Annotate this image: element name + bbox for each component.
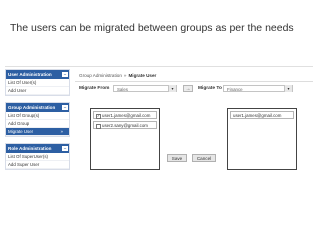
sidebar-item-label: List Of Group(s) bbox=[8, 113, 40, 118]
sidebar-item-label: Migrate User bbox=[8, 129, 34, 134]
user-email: user1.james@gmail.com bbox=[233, 113, 282, 118]
panel-title: Role Administration bbox=[8, 146, 52, 151]
sidebar-item-label: List Of User(s) bbox=[8, 80, 37, 85]
collapse-icon[interactable]: – bbox=[62, 145, 68, 151]
checkbox[interactable] bbox=[96, 124, 101, 129]
app-window: User Administration – List Of User(s) Ad… bbox=[5, 66, 313, 193]
panel-header-group-administration[interactable]: Group Administration – bbox=[6, 103, 69, 112]
panel-group-administration: Group Administration – List Of Group(s) … bbox=[5, 102, 70, 137]
list-item[interactable]: ✓ user1.james@gmail.com bbox=[93, 111, 157, 119]
user-email: user2.sany@gmail.com bbox=[102, 123, 148, 128]
panel-title: User Administration bbox=[8, 72, 52, 77]
divider bbox=[75, 81, 313, 82]
chevron-right-icon: » bbox=[60, 129, 63, 134]
sidebar-item-list-groups[interactable]: List Of Group(s) bbox=[6, 112, 69, 120]
sidebar-item-label: Add Super User bbox=[8, 162, 40, 167]
move-arrow-icon[interactable]: → bbox=[183, 85, 193, 92]
breadcrumb: Group Administration» Migrate User bbox=[79, 73, 156, 78]
migrate-from-select[interactable]: Sales ▾ bbox=[113, 85, 177, 92]
cancel-button[interactable]: Cancel bbox=[192, 154, 216, 162]
user-email: user1.james@gmail.com bbox=[102, 113, 151, 118]
collapse-icon[interactable]: – bbox=[62, 71, 68, 77]
sidebar: User Administration – List Of User(s) Ad… bbox=[5, 69, 70, 176]
slide-title: The users can be migrated between groups… bbox=[10, 22, 294, 34]
sidebar-item-add-user[interactable]: Add User bbox=[6, 87, 69, 95]
sidebar-item-add-group[interactable]: Add Group bbox=[6, 120, 69, 128]
sidebar-item-list-users[interactable]: List Of User(s) bbox=[6, 79, 69, 87]
migrate-from-label: Migrate From bbox=[79, 86, 110, 91]
migrate-from-value: Sales bbox=[117, 87, 128, 92]
sidebar-item-label: List Of SuperUser(s) bbox=[8, 154, 49, 159]
sidebar-item-list-superusers[interactable]: List Of SuperUser(s) bbox=[6, 153, 69, 161]
breadcrumb-current: Migrate User bbox=[128, 73, 157, 78]
sidebar-item-migrate-user[interactable]: Migrate User » bbox=[6, 128, 69, 136]
checkbox-checked[interactable]: ✓ bbox=[96, 114, 101, 119]
list-item[interactable]: user2.sany@gmail.com bbox=[93, 121, 157, 129]
collapse-icon[interactable]: – bbox=[62, 104, 68, 110]
sidebar-item-label: Add Group bbox=[8, 121, 30, 126]
migrate-to-value: Finance bbox=[227, 87, 243, 92]
panel-role-administration: Role Administration – List Of SuperUser(… bbox=[5, 143, 70, 170]
migrate-to-select[interactable]: Finance ▾ bbox=[223, 85, 293, 92]
main-content: Group Administration» Migrate User Migrat… bbox=[75, 69, 313, 193]
breadcrumb-parent[interactable]: Group Administration bbox=[79, 73, 122, 78]
sidebar-item-add-super-user[interactable]: Add Super User bbox=[6, 161, 69, 169]
target-user-list[interactable]: user1.james@gmail.com bbox=[227, 108, 297, 170]
chevron-down-icon[interactable]: ▾ bbox=[168, 85, 176, 92]
list-item[interactable]: user1.james@gmail.com bbox=[230, 111, 294, 119]
chevron-down-icon[interactable]: ▾ bbox=[284, 85, 292, 92]
breadcrumb-separator: » bbox=[123, 73, 127, 78]
panel-header-role-administration[interactable]: Role Administration – bbox=[6, 144, 69, 153]
panel-header-user-administration[interactable]: User Administration – bbox=[6, 70, 69, 79]
panel-user-administration: User Administration – List Of User(s) Ad… bbox=[5, 69, 70, 96]
save-button[interactable]: Save bbox=[167, 154, 187, 162]
panel-title: Group Administration bbox=[8, 105, 56, 110]
source-user-list[interactable]: ✓ user1.james@gmail.com user2.sany@gmail… bbox=[90, 108, 160, 170]
migrate-to-label: Migrate To bbox=[198, 86, 222, 91]
sidebar-item-label: Add User bbox=[8, 88, 27, 93]
